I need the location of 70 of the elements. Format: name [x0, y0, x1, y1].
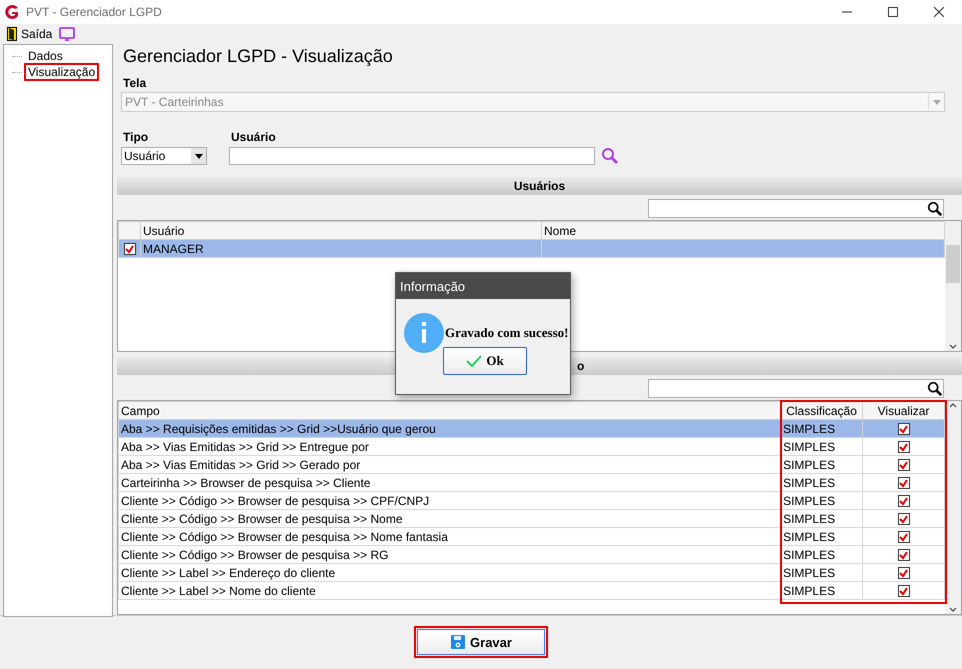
ok-button[interactable]: Ok — [443, 347, 527, 375]
checkbox[interactable] — [898, 513, 910, 526]
checkbox[interactable] — [898, 495, 910, 508]
column-header: Nome — [542, 222, 944, 240]
search-icon[interactable] — [927, 200, 943, 216]
checkbox[interactable] — [124, 243, 136, 256]
page-title: Gerenciador LGPD - Visualização — [123, 46, 394, 68]
table-cell: Aba >> Requisições emitidas >> Grid >>Usuário que gerou — [118, 420, 781, 438]
dropdown-arrow-icon — [932, 100, 940, 104]
table-cell: Cliente >> Código >> Browser de pesquisa >> CPF/CNPJ — [118, 492, 781, 510]
exit-menu-item[interactable]: Saída — [4, 27, 56, 41]
column-header: Usuário — [140, 222, 542, 240]
filter-field[interactable] — [648, 379, 944, 398]
table-cell: SIMPLES — [780, 582, 863, 600]
column-header: Campo — [118, 402, 781, 420]
table-cell: Cliente >> Label >> Nome do cliente — [118, 582, 781, 600]
table-cell: SIMPLES — [780, 456, 863, 474]
dropdown-arrow-icon — [194, 154, 202, 158]
table-cell: Aba >> Vias Emitidas >> Grid >> Entregue por — [118, 438, 781, 456]
close-icon[interactable] — [934, 7, 944, 17]
field-label: Tipo — [123, 130, 150, 144]
scroll-up-icon[interactable] — [949, 401, 957, 409]
field-label: Tela — [123, 76, 148, 90]
table-cell: SIMPLES — [780, 564, 863, 582]
table-cell: SIMPLES — [780, 420, 863, 438]
dialog-message: Gravado com sucesso! — [445, 325, 568, 341]
table-cell: SIMPLES — [780, 438, 863, 456]
checkmark-icon — [466, 355, 482, 367]
save-button[interactable]: Gravar — [417, 629, 545, 655]
window-title: PVT - Gerenciador LGPD — [26, 5, 162, 19]
section-header: Usuários — [117, 177, 962, 195]
table-cell: SIMPLES — [780, 546, 863, 564]
checkbox[interactable] — [898, 549, 910, 562]
table-cell: Cliente >> Label >> Endereço do cliente — [118, 564, 781, 582]
table-cell: Carteirinha >> Browser de pesquisa >> Cliente — [118, 474, 781, 492]
app-logo-icon — [4, 4, 20, 20]
checkbox[interactable] — [898, 585, 910, 598]
door-icon — [7, 27, 17, 41]
field-label: Usuário — [231, 130, 277, 144]
checkbox[interactable] — [898, 531, 910, 544]
filter-field[interactable] — [648, 199, 944, 218]
scroll-down-icon[interactable] — [949, 343, 957, 351]
info-icon — [404, 313, 444, 353]
tree-item[interactable]: Dados — [24, 47, 67, 65]
checkbox[interactable] — [898, 477, 910, 490]
maximize-icon[interactable] — [888, 7, 898, 17]
scrollbar[interactable] — [945, 221, 961, 351]
type-dropdown[interactable]: Usuário — [121, 147, 207, 165]
checkbox[interactable] — [898, 441, 910, 454]
user-input[interactable] — [229, 147, 595, 165]
dialog-title: Informação — [396, 273, 570, 299]
monitor-icon[interactable] — [59, 27, 76, 41]
table-cell: SIMPLES — [780, 492, 863, 510]
checkbox[interactable] — [898, 423, 910, 436]
table-cell: SIMPLES — [780, 510, 863, 528]
table-cell: Cliente >> Código >> Browser de pesquisa >> RG — [118, 546, 781, 564]
table-cell: SIMPLES — [780, 474, 863, 492]
search-icon[interactable] — [927, 380, 943, 396]
scroll-down-icon[interactable] — [949, 606, 957, 614]
table-cell: Cliente >> Código >> Browser de pesquisa >> Nome fantasia — [118, 528, 781, 546]
table-cell: Cliente >> Código >> Browser de pesquisa >> Nome — [118, 510, 781, 528]
table-cell: SIMPLES — [780, 528, 863, 546]
column-header: Visualizar — [862, 402, 944, 420]
tree-item[interactable]: Visualização — [24, 63, 100, 81]
checkbox[interactable] — [898, 459, 910, 472]
table-cell: MANAGER — [140, 240, 542, 258]
column-header: Classificação — [780, 402, 863, 420]
section-header: o — [577, 359, 584, 373]
checkbox[interactable] — [898, 567, 910, 580]
table-cell: Aba >> Vias Emitidas >> Grid >> Gerado por — [118, 456, 781, 474]
